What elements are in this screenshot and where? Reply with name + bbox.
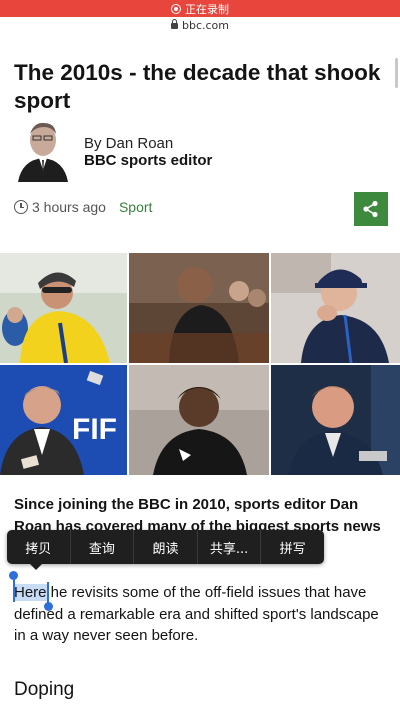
menu-speak[interactable]: 朗读 <box>134 538 197 557</box>
recording-label: 正在录制 <box>185 2 229 16</box>
paragraph-text: he revisits some of the off-field issues… <box>14 584 379 644</box>
article-title: The 2010s - the decade that shook sport <box>14 60 381 113</box>
share-button[interactable] <box>354 192 388 226</box>
selected-text[interactable]: Here <box>14 584 47 601</box>
photo-collage: FIF <box>0 253 400 475</box>
author-name[interactable]: By Dan Roan <box>84 135 173 152</box>
recording-status-bar: 正在录制 <box>0 0 400 17</box>
photo-athlete <box>129 365 269 475</box>
photo-official: FIF <box>0 365 127 475</box>
article-meta: 3 hours ago Sport <box>14 199 152 215</box>
lock-icon <box>170 19 178 29</box>
menu-pointer <box>30 564 42 570</box>
author-role: BBC sports editor <box>84 152 213 169</box>
menu-share[interactable]: 共享... <box>198 538 261 557</box>
menu-spelling[interactable]: 拼写 <box>261 538 324 557</box>
section-heading: Doping <box>14 679 75 700</box>
section-link[interactable]: Sport <box>119 199 152 215</box>
photo-courtroom <box>129 253 269 363</box>
url-bar[interactable]: bbc.com <box>0 17 400 33</box>
publish-time: 3 hours ago <box>32 199 106 215</box>
article-paragraph[interactable]: Here he revisits some of the off-field i… <box>14 582 388 647</box>
menu-copy[interactable]: 拷贝 <box>7 538 70 557</box>
selection-end-handle[interactable] <box>43 602 53 611</box>
photo-cricketer <box>271 365 400 475</box>
photo-spectator <box>271 253 400 363</box>
url-text: bbc.com <box>181 18 229 32</box>
photo-cyclist <box>0 253 127 363</box>
author-avatar <box>14 118 70 182</box>
clock-icon <box>14 200 28 214</box>
scrollbar[interactable] <box>395 58 398 88</box>
selection-end-caret <box>47 582 49 603</box>
svg-text:FIF: FIF <box>72 413 117 446</box>
share-icon <box>363 200 378 218</box>
menu-lookup[interactable]: 查询 <box>71 538 134 557</box>
record-icon <box>171 3 181 14</box>
text-selection-menu: 拷贝 查询 朗读 共享... 拼写 <box>7 530 324 564</box>
selection-start-caret <box>12 578 15 602</box>
